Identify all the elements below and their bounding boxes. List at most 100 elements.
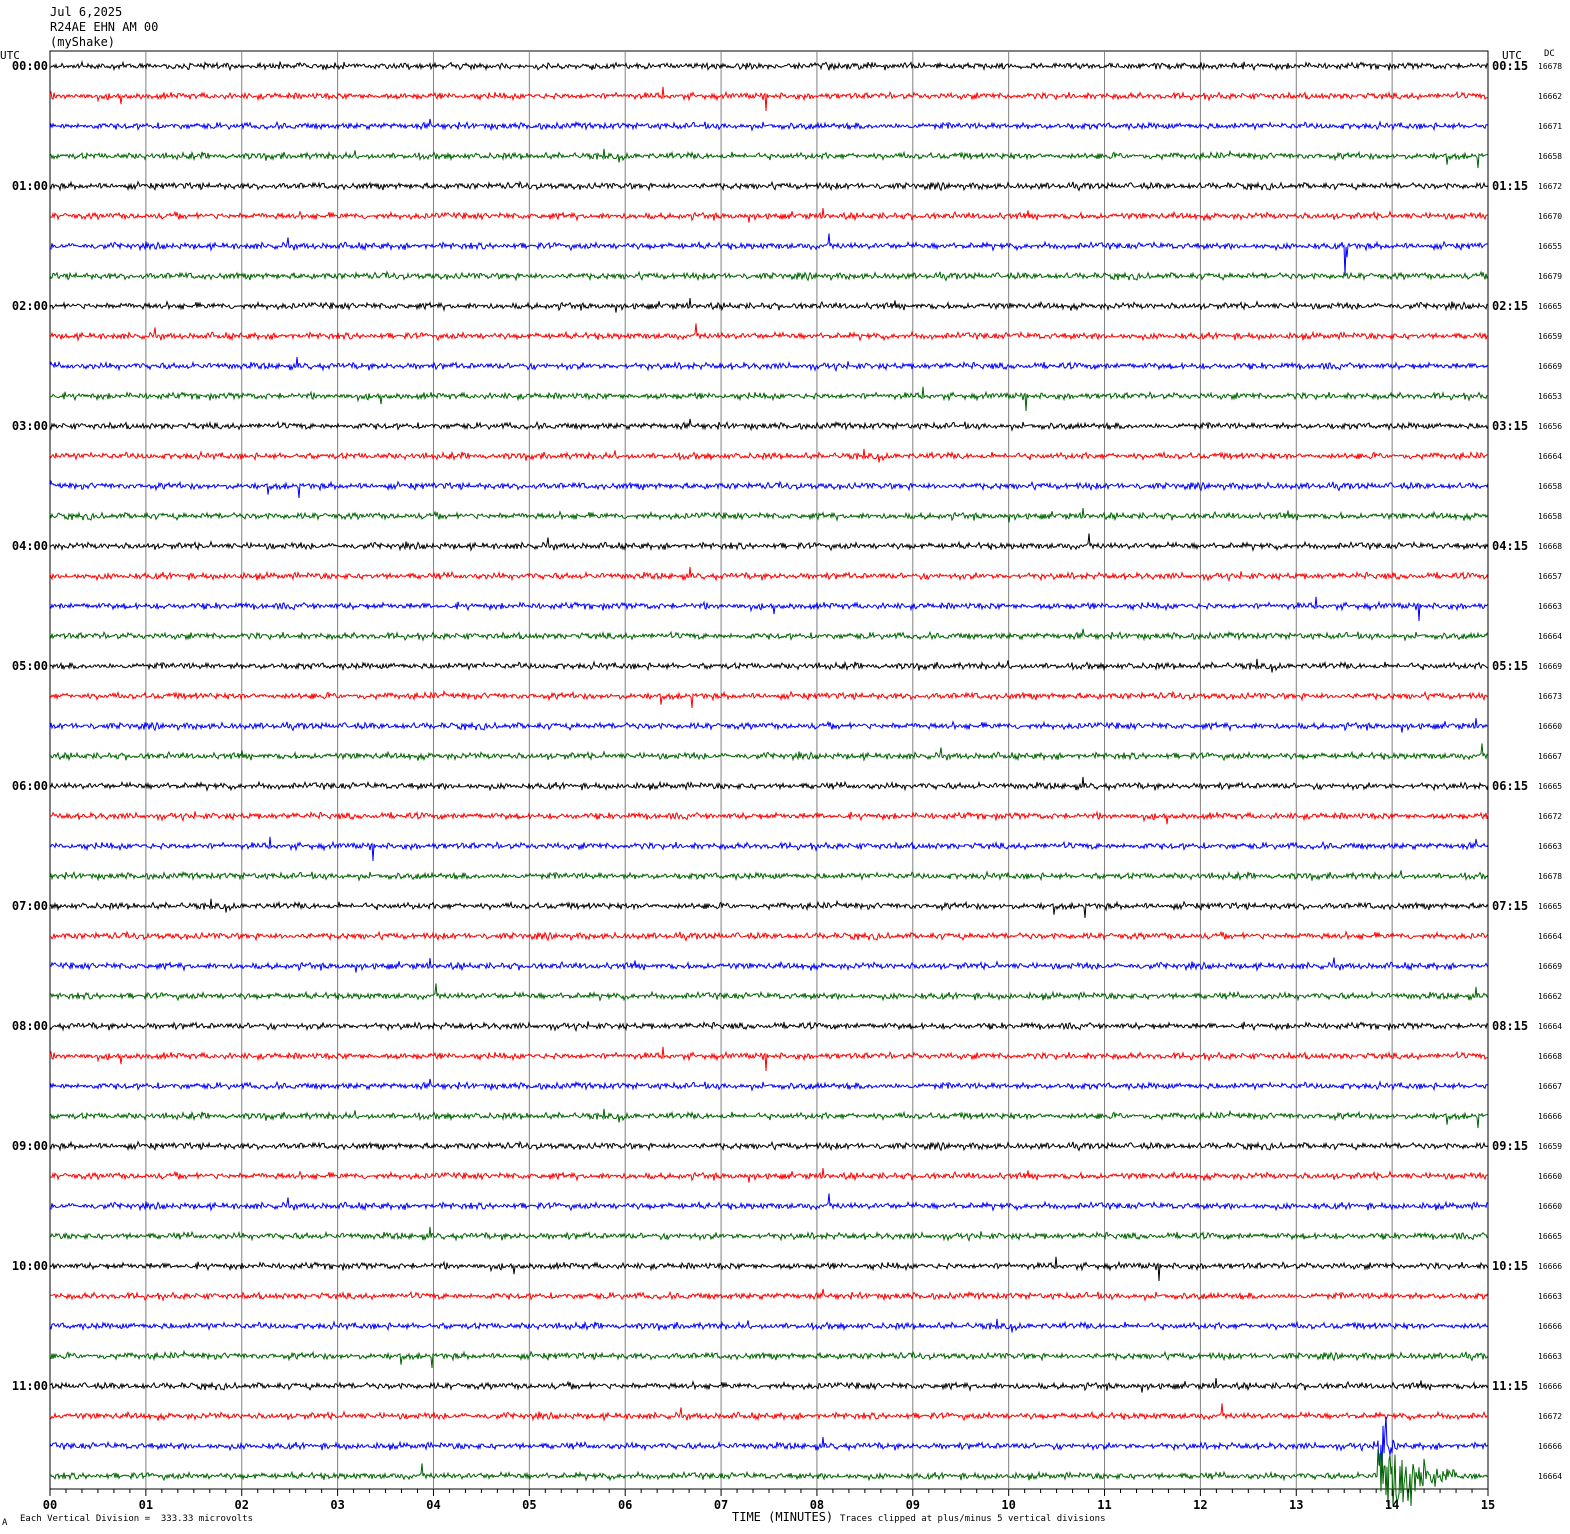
trace-line (49, 1140, 1489, 1152)
right-time-label: 10:15 (1492, 1259, 1529, 1273)
trace-line (49, 1416, 1489, 1473)
dc-offset-label: 16679 (1538, 272, 1563, 281)
trace-line (49, 323, 1489, 342)
x-tick-label: 01 (138, 1498, 154, 1512)
trace-line (49, 270, 1489, 282)
trace-line (49, 1226, 1489, 1243)
trace-line (49, 1318, 1489, 1333)
left-time-label: 06:00 (11, 779, 48, 793)
dc-offset-label: 16667 (1538, 1082, 1563, 1091)
header-network: (myShake) (50, 35, 116, 49)
trace-line (49, 1256, 1489, 1282)
trace-line (49, 1449, 1489, 1507)
trace-line (49, 810, 1489, 825)
left-time-label: 10:00 (11, 1259, 48, 1273)
header-station: R24AE EHN AM 00 (50, 20, 159, 34)
trace-line (49, 86, 1489, 112)
corner-mark: A (2, 1518, 8, 1528)
dc-offset-label: 16659 (1538, 332, 1563, 341)
dc-offset-label: 16662 (1538, 992, 1563, 1001)
trace-line (49, 870, 1489, 882)
right-time-label: 07:15 (1492, 899, 1529, 913)
trace-line (49, 596, 1489, 622)
dc-offset-label: 16664 (1538, 452, 1563, 461)
dc-offset-label: 16669 (1538, 362, 1563, 371)
dc-offset-label: 16664 (1538, 632, 1563, 641)
trace-line (49, 1193, 1489, 1212)
trace-line (49, 1403, 1489, 1422)
trace-line (49, 479, 1489, 499)
x-tick-label: 09 (905, 1498, 921, 1512)
trace-line (49, 180, 1489, 192)
trace-line (49, 1288, 1489, 1302)
dc-offset-label: 16658 (1538, 512, 1563, 521)
left-time-label: 03:00 (11, 419, 48, 433)
trace-line (49, 1349, 1489, 1369)
dc-offset-label: 16672 (1538, 182, 1563, 191)
right-time-label: 03:15 (1492, 419, 1529, 433)
trace-line (49, 983, 1489, 1002)
x-tick-label: 10 (1001, 1498, 1016, 1512)
trace-line (49, 717, 1489, 733)
dc-offset-label: 16659 (1538, 1142, 1563, 1151)
right-time-label: 05:15 (1492, 659, 1529, 673)
dc-offset-label: 16668 (1538, 542, 1563, 551)
trace-line (49, 628, 1489, 642)
trace-line (49, 297, 1489, 313)
trace-line (49, 386, 1489, 412)
trace-line (49, 418, 1489, 432)
trace-line (49, 1020, 1489, 1033)
right-time-label: 01:15 (1492, 179, 1529, 193)
dc-offset-label: 16672 (1538, 812, 1563, 821)
dc-offset-label: 16667 (1538, 752, 1563, 761)
dc-offset-label: 16666 (1538, 1112, 1563, 1121)
dc-offset-label: 16672 (1538, 1412, 1563, 1421)
dc-offset-label: 16658 (1538, 482, 1563, 491)
trace-line (49, 566, 1489, 583)
trace-line (49, 1377, 1489, 1393)
dc-offset-label: 16655 (1538, 242, 1563, 251)
right-time-label: 09:15 (1492, 1139, 1529, 1153)
trace-line (49, 1108, 1489, 1129)
scale-note: Each Vertical Division = 333.33 microvol… (20, 1514, 253, 1524)
dc-offset-label: 16668 (1538, 1052, 1563, 1061)
left-time-label: 07:00 (11, 899, 48, 913)
dc-offset-label: 16673 (1538, 692, 1563, 701)
dc-offset-label: 16678 (1538, 62, 1563, 71)
clip-note: Traces clipped at plus/minus 5 vertical … (840, 1514, 1106, 1524)
dc-offset-label: 16669 (1538, 962, 1563, 971)
trace-line (49, 60, 1489, 72)
header-date: Jul 6,2025 (50, 5, 123, 19)
right-time-label: 02:15 (1492, 299, 1529, 313)
right-time-label: 11:15 (1492, 1379, 1529, 1393)
left-time-label: 05:00 (11, 659, 48, 673)
dc-header-label: DC (1544, 49, 1555, 59)
x-axis-ticks (49, 1489, 1489, 1496)
x-tick-label: 14 (1384, 1498, 1400, 1512)
plot-frame (49, 50, 1489, 1490)
trace-line (49, 233, 1489, 277)
trace-line (49, 1167, 1489, 1183)
right-time-label: 04:15 (1492, 539, 1529, 553)
right-time-label: 00:15 (1492, 59, 1529, 73)
left-time-label: 02:00 (11, 299, 48, 313)
x-tick-label: 11 (1097, 1498, 1112, 1512)
dc-offset-label: 16665 (1538, 302, 1563, 311)
dc-offset-label: 16666 (1538, 1262, 1563, 1271)
right-time-label: 08:15 (1492, 1019, 1529, 1033)
dc-offset-label: 16657 (1538, 572, 1563, 581)
dc-offset-label: 16663 (1538, 1352, 1563, 1361)
right-time-label: 06:15 (1492, 779, 1529, 793)
left-time-label: 00:00 (11, 59, 48, 73)
x-tick-label: 06 (617, 1498, 633, 1512)
dc-offset-label: 16653 (1538, 392, 1563, 401)
dc-offset-label: 16663 (1538, 1292, 1563, 1301)
x-tick-label: 13 (1289, 1498, 1304, 1512)
x-tick-label: 04 (426, 1498, 441, 1512)
trace-line (49, 930, 1489, 942)
plot-grid (49, 50, 1489, 1490)
dc-offset-label: 16666 (1538, 1322, 1563, 1331)
dc-offset-label: 16663 (1538, 842, 1563, 851)
dc-offset-label: 16658 (1538, 152, 1563, 161)
dc-offset-label: 16660 (1538, 1202, 1563, 1211)
